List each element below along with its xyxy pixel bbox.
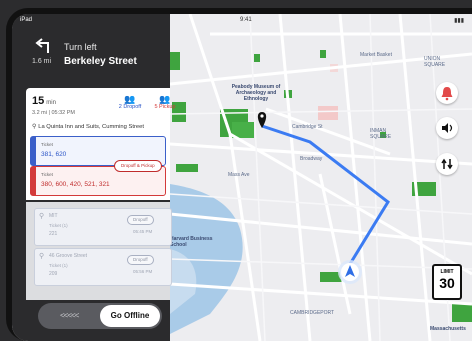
stop-dropoff-chip: Dropoff (127, 255, 154, 265)
trip-eta: 15 min (32, 95, 56, 107)
ticket-numbers: 380, 600, 420, 521, 321 (41, 181, 110, 188)
ticket-numbers: 381, 620 (41, 151, 67, 158)
status-carrier: iPad (20, 17, 33, 23)
ticket-stripe (31, 137, 36, 165)
upcoming-stops: ⚲ MIT Ticket (1) 221 Dropoff 05:45 PM ⚲ … (26, 202, 172, 300)
stop-ticket-label: Ticket (1) (49, 223, 68, 228)
people-icon: 👥 (159, 94, 171, 104)
stop-address: 46 Groove Street (49, 253, 88, 259)
go-offline-button[interactable]: Go Offline (100, 305, 160, 327)
reroute-icon (441, 158, 453, 170)
location-pin-icon: ⚲ (39, 253, 45, 260)
dropoff-pickup-chip[interactable]: Dropoff & Pickup (114, 160, 162, 172)
map-label-cambridge-st: Cambridge St (292, 124, 323, 130)
stop-time: 05:56 PM (133, 269, 153, 274)
turn-left-icon (35, 38, 49, 53)
stop-card[interactable]: ⚲ MIT Ticket (1) 221 Dropoff 05:45 PM (34, 208, 172, 246)
battery-icon: ▮▮▮ (454, 18, 464, 24)
speaker-icon (442, 123, 453, 133)
current-location-icon (338, 260, 362, 284)
turn-instruction: Turn left (64, 42, 97, 52)
map-label-museum: Peabody Museum of Archaeology and Ethnol… (231, 84, 281, 102)
stop-ticket-number: 221 (49, 231, 58, 237)
map-label-school: Harvard Business School (170, 236, 213, 248)
go-offline-slider[interactable]: <<<<< Go Offline (38, 303, 162, 329)
map-label-union: UNION SQUARE (424, 56, 446, 68)
stop-address: MIT (49, 213, 58, 219)
sound-button[interactable] (436, 117, 458, 139)
tablet-frame: iPad 9:41 ▮▮▮ Market Basket UNION SQUARE… (6, 8, 472, 341)
location-pin-icon: ⚲ (39, 213, 45, 220)
map-label-broadway: Broadway (300, 156, 323, 162)
turn-distance: 1.6 mi (32, 58, 52, 65)
map-label-mass-ave: Mass Ave (228, 172, 250, 178)
trip-address: ⚲ La Quinta Inn and Suits, Cumming Street (32, 124, 144, 130)
map-label-inman: INMAN SQUARE (370, 128, 392, 140)
ticket-label: Ticket (41, 142, 53, 147)
slide-arrows-icon: <<<<< (60, 311, 79, 320)
ticket-label: Ticket (41, 172, 53, 177)
speed-limit-value: 30 (439, 275, 455, 291)
status-bar: iPad 9:41 ▮▮▮ (12, 14, 472, 28)
status-time: 9:41 (240, 17, 252, 23)
map-view[interactable]: Market Basket UNION SQUARE Peabody Museu… (170, 14, 472, 341)
stop-ticket-label: Ticket (1) (49, 263, 68, 268)
left-panel: 1.6 mi Turn left Berkeley Street 15 min 3… (12, 14, 176, 341)
stop-card[interactable]: ⚲ 46 Groove Street Ticket (1) 209 Dropof… (34, 248, 172, 286)
location-pin-icon: ⚲ (32, 124, 37, 130)
alert-icon (441, 87, 453, 101)
pickup-count: 👥 5 Pickup (150, 94, 180, 110)
trip-card[interactable]: 15 min 3.2 mi | 05:32 PM 👥 2 Dropoff 👥 5 Pi… (26, 88, 176, 200)
stop-ticket-number: 209 (49, 271, 58, 277)
map-label-mit: Massachusetts (430, 326, 466, 332)
dropoff-count: 👥 2 Dropoff (112, 94, 148, 110)
turn-street: Berkeley Street (64, 56, 137, 67)
map-label-market: Market Basket (360, 52, 392, 58)
screen: iPad 9:41 ▮▮▮ Market Basket UNION SQUARE… (12, 14, 472, 341)
stop-dropoff-chip: Dropoff (127, 215, 154, 225)
alert-button[interactable] (436, 82, 458, 104)
trip-meta: 3.2 mi | 05:32 PM (32, 110, 76, 116)
speed-limit-sign: LIMIT 30 (432, 264, 462, 300)
stop-time: 05:45 PM (133, 229, 153, 234)
ticket-stripe (31, 167, 36, 195)
reroute-button[interactable] (436, 153, 458, 175)
people-icon: 👥 (124, 94, 136, 104)
map-label-cambridgeport: CAMBRIDGEPORT (290, 310, 335, 316)
